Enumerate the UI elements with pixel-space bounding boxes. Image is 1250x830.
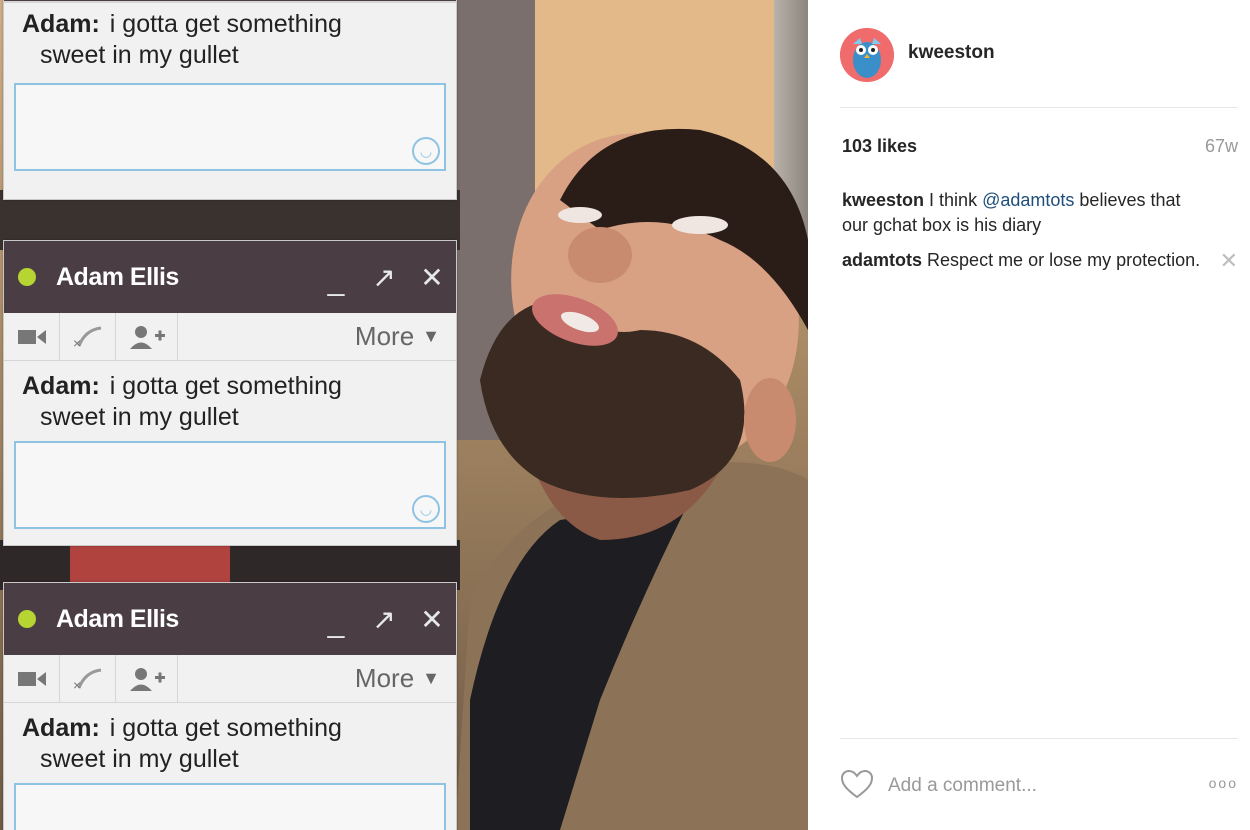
video-call-icon[interactable] <box>4 313 60 360</box>
svg-text:×: × <box>73 335 81 350</box>
popout-icon[interactable]: ↗ <box>360 603 408 636</box>
online-status-icon <box>18 268 36 286</box>
chat-window: Adam Ellis _ ↗ ✕ × More ▼ Adam: i gotta g… <box>3 582 457 830</box>
remove-comment-icon[interactable]: ✕ <box>1220 248 1238 273</box>
comment-username[interactable]: adamtots <box>842 250 922 270</box>
chat-toolbar: × More ▼ <box>4 655 456 703</box>
more-label: More <box>354 321 415 351</box>
add-person-icon[interactable] <box>116 313 178 360</box>
add-comment-input[interactable] <box>888 771 1188 801</box>
popout-icon[interactable]: ↗ <box>360 261 408 294</box>
caption-text: I think <box>929 190 978 210</box>
voice-call-icon[interactable]: × <box>60 655 116 702</box>
minimize-icon[interactable]: _ <box>312 608 360 638</box>
message-sender: Adam: <box>22 10 100 38</box>
chat-contact-name: Adam Ellis <box>56 604 179 633</box>
chat-window: Adam Ellis _ ↗ ✕ × More ▼ Adam: i gotta g… <box>3 240 457 546</box>
caption: kweeston I think @adamtots believes that… <box>842 188 1238 238</box>
more-label: More <box>354 663 415 693</box>
comment-item: adamtots Respect me or lose my protectio… <box>842 248 1238 273</box>
likes-count[interactable]: 103 likes <box>842 136 917 157</box>
close-icon[interactable]: ✕ <box>408 261 456 294</box>
minimize-icon[interactable]: _ <box>312 266 360 296</box>
more-menu-button[interactable]: More ▼ <box>355 655 456 702</box>
message-text-continued: sweet in my gullet <box>40 403 239 431</box>
chat-header: Adam Ellis _ ↗ ✕ <box>4 241 456 313</box>
emoji-icon[interactable]: ◡ <box>412 137 440 165</box>
chat-header: Adam Ellis _ ↗ ✕ <box>4 583 456 655</box>
close-icon[interactable]: ✕ <box>408 603 456 636</box>
svg-text:×: × <box>73 677 81 692</box>
chat-input[interactable]: ◡ <box>14 441 446 529</box>
more-menu-button[interactable]: More ▼ <box>355 313 456 360</box>
message-text: i gotta get something <box>109 10 342 38</box>
chat-input[interactable] <box>14 783 446 830</box>
chevron-down-icon: ▼ <box>422 668 440 688</box>
comment-text: Respect me or lose my protection. <box>927 250 1201 270</box>
message-text-continued: sweet in my gullet <box>40 41 239 69</box>
message-text: i gotta get something <box>109 714 342 742</box>
post-stats: 103 likes 67w <box>842 136 1238 157</box>
comment-username[interactable]: kweeston <box>842 190 924 210</box>
heart-icon[interactable] <box>840 769 874 799</box>
post-sidebar: kweeston 103 likes 67w kweeston I think … <box>808 0 1250 830</box>
post-photo: Adam: i gotta get something sweet in my g… <box>0 0 808 830</box>
chat-message: Adam: i gotta get something sweet in my g… <box>4 703 456 783</box>
chat-contact-name: Adam Ellis <box>56 262 179 291</box>
message-sender: Adam: <box>22 372 100 400</box>
comment-bar: ooo <box>840 738 1238 830</box>
chat-message: Adam: i gotta get something sweet in my g… <box>4 3 456 83</box>
chat-window: Adam: i gotta get something sweet in my g… <box>3 0 457 200</box>
avatar[interactable] <box>840 28 894 82</box>
message-sender: Adam: <box>22 714 100 742</box>
add-person-icon[interactable] <box>116 655 178 702</box>
message-text: i gotta get something <box>109 372 342 400</box>
user-mention-link[interactable]: @adamtots <box>982 190 1074 210</box>
post-timestamp[interactable]: 67w <box>1205 136 1238 157</box>
voice-call-icon[interactable]: × <box>60 313 116 360</box>
chat-message: Adam: i gotta get something sweet in my g… <box>4 361 456 441</box>
video-call-icon[interactable] <box>4 655 60 702</box>
more-options-icon[interactable]: ooo <box>1209 775 1238 791</box>
comments-list: kweeston I think @adamtots believes that… <box>842 188 1238 283</box>
online-status-icon <box>18 610 36 628</box>
chevron-down-icon: ▼ <box>422 326 440 346</box>
chat-input[interactable]: ◡ <box>14 83 446 171</box>
emoji-icon[interactable]: ◡ <box>412 495 440 523</box>
post-username[interactable]: kweeston <box>908 42 995 64</box>
post-header: kweeston <box>840 28 1238 108</box>
message-text-continued: sweet in my gullet <box>40 745 239 773</box>
owl-avatar-icon <box>840 28 894 82</box>
chat-toolbar: × More ▼ <box>4 313 456 361</box>
